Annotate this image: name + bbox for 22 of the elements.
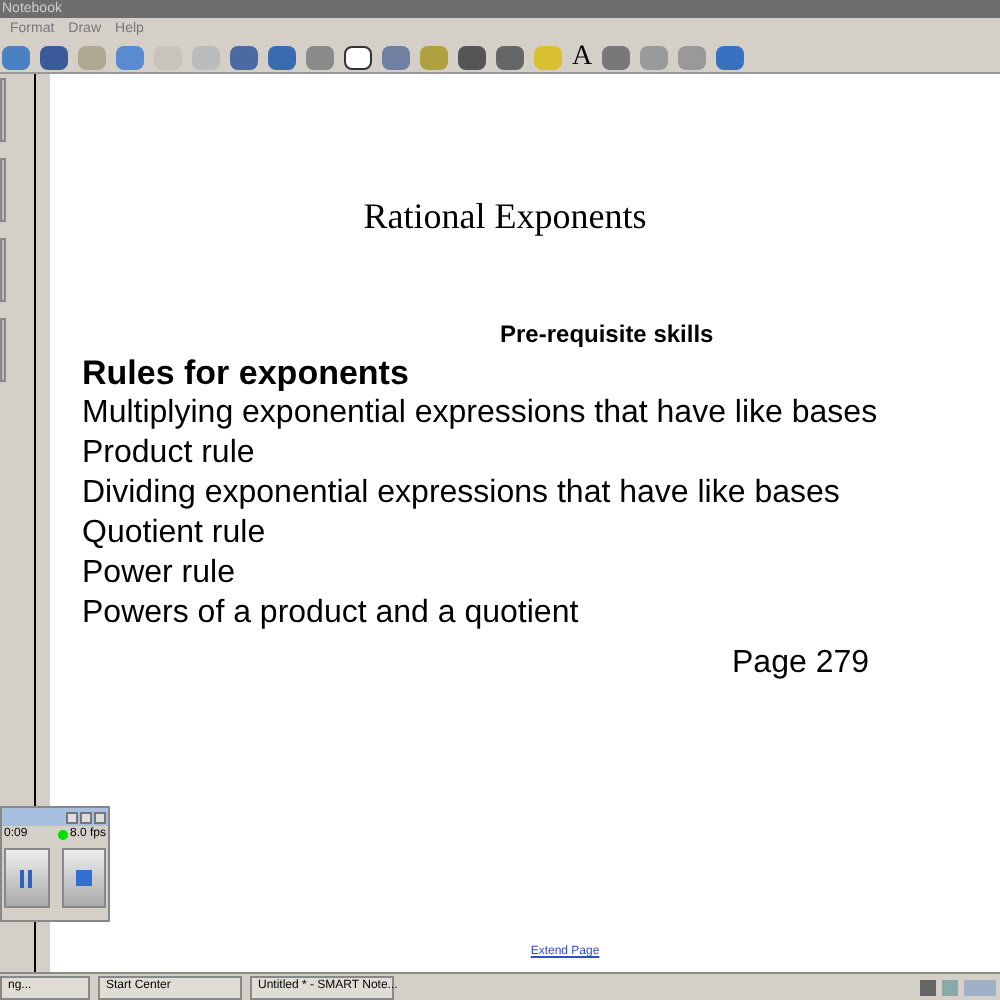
rule-text: Powers of a product and a quotient — [82, 594, 581, 634]
stop-icon — [75, 870, 92, 886]
text-tool-icon[interactable]: A — [572, 43, 593, 71]
rules-heading: Rules for exponents — [82, 354, 411, 394]
page-number: Page 279 — [732, 644, 872, 684]
side-tab[interactable] — [0, 318, 6, 382]
pause-icon — [20, 869, 33, 887]
page-title: Rational Exponents — [361, 194, 649, 240]
close-button[interactable] — [94, 811, 106, 823]
side-tab[interactable] — [0, 78, 6, 142]
stop-button[interactable] — [61, 848, 106, 908]
rule-text: Multiplying exponential expressions that have like bases — [82, 394, 880, 434]
rule-text: Power rule — [82, 554, 237, 594]
page-subtitle: Pre-requisite skills — [500, 318, 716, 352]
side-tab[interactable] — [0, 238, 6, 302]
maximize-button[interactable] — [80, 811, 92, 823]
rule-text: Dividing exponential expressions that have like bases — [82, 474, 842, 514]
side-tab[interactable] — [0, 158, 6, 222]
pause-button[interactable] — [4, 848, 49, 908]
rule-text: Product rule — [82, 434, 257, 474]
minimize-button[interactable] — [66, 811, 78, 823]
rule-text: Quotient rule — [82, 514, 268, 554]
